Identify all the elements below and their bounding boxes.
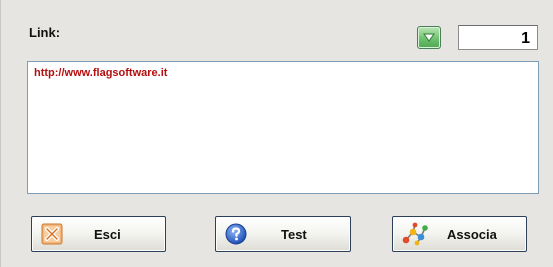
test-button-label: Test: [281, 227, 307, 242]
dropdown-arrow-icon: [423, 33, 435, 42]
link-label: Link:: [29, 25, 61, 40]
associa-button[interactable]: Associa: [392, 216, 527, 252]
count-field[interactable]: 1: [458, 25, 538, 50]
link-textarea[interactable]: http://www.flagsoftware.it: [27, 61, 539, 194]
associate-molecule-icon: [402, 222, 428, 246]
dropdown-button[interactable]: [417, 26, 441, 49]
esci-button[interactable]: Esci: [31, 216, 166, 252]
test-button[interactable]: Test: [215, 216, 351, 252]
esci-button-label: Esci: [94, 227, 121, 242]
close-x-icon: [41, 223, 63, 245]
link-url-text: http://www.flagsoftware.it: [34, 67, 168, 79]
link-dialog: Link: 1 http://www.flagsoftware.it Esci: [0, 0, 553, 267]
help-question-icon: [225, 223, 247, 245]
associa-button-label: Associa: [447, 227, 497, 242]
